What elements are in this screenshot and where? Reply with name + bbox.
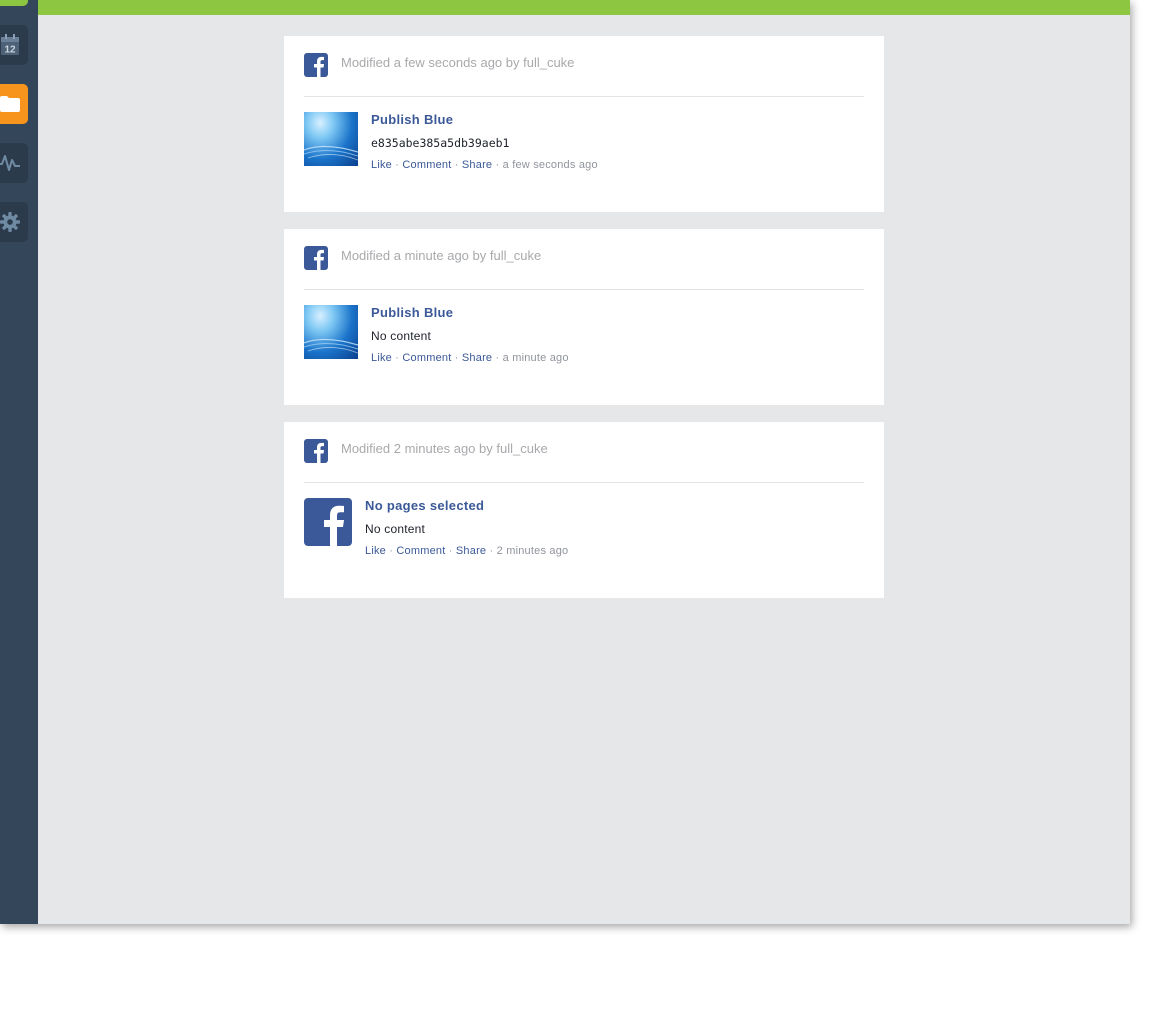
share-link[interactable]: Share [462, 159, 492, 171]
wallpaper-image [304, 145, 358, 161]
post-content: No content [365, 522, 426, 536]
folder-icon [0, 96, 20, 112]
modified-text: Modified a minute ago by full_cuke [341, 248, 542, 263]
comment-link[interactable]: Comment [396, 545, 445, 557]
post-avatar[interactable] [304, 112, 358, 166]
calendar-day-label: 12 [4, 45, 16, 56]
calendar-icon: 12 [1, 34, 19, 56]
card-header: Modified a minute ago by full_cuke [304, 245, 864, 290]
post: Publish Blue e835abe385a5db39aeb1 Like ·… [304, 112, 864, 192]
post-actions: Like · Comment · Share · 2 minutes ago [365, 545, 568, 557]
activity-card: Modified 2 minutes ago by full_cuke No p… [284, 422, 884, 598]
post-actions: Like · Comment · Share · a few seconds a… [371, 159, 598, 171]
post-title[interactable]: No pages selected [365, 497, 568, 515]
modified-text: Modified a few seconds ago by full_cuke [341, 55, 575, 70]
card-header: Modified 2 minutes ago by full_cuke [304, 438, 864, 483]
share-link[interactable]: Share [456, 545, 486, 557]
separator: · [495, 352, 500, 364]
post: No pages selected No content Like · Comm… [304, 498, 864, 578]
post-timestamp: a minute ago [502, 352, 569, 364]
activity-card: Modified a minute ago by full_cuke Publi… [284, 229, 884, 405]
post: Publish Blue No content Like · Comment ·… [304, 305, 864, 385]
post-title[interactable]: Publish Blue [371, 304, 569, 322]
sidebar-item-calendar[interactable]: 12 [0, 25, 28, 65]
sidebar-item-top[interactable] [0, 0, 28, 6]
share-link[interactable]: Share [462, 352, 492, 364]
post-timestamp: 2 minutes ago [496, 545, 569, 557]
sidebar-item-activity[interactable] [0, 143, 28, 183]
facebook-icon [304, 439, 328, 463]
separator: · [395, 159, 400, 171]
activity-card: Modified a few seconds ago by full_cuke … [284, 36, 884, 212]
wallpaper-image [304, 338, 358, 354]
pulse-icon [0, 155, 20, 171]
comment-link[interactable]: Comment [402, 352, 451, 364]
separator: · [395, 352, 400, 364]
post-title[interactable]: Publish Blue [371, 111, 598, 129]
comment-link[interactable]: Comment [402, 159, 451, 171]
separator: · [389, 545, 394, 557]
like-link[interactable]: Like [371, 159, 392, 171]
like-link[interactable]: Like [371, 352, 392, 364]
post-timestamp: a few seconds ago [502, 159, 598, 171]
separator: · [454, 352, 459, 364]
post-content: No content [371, 329, 432, 343]
card-header: Modified a few seconds ago by full_cuke [304, 52, 864, 97]
separator: · [495, 159, 500, 171]
sidebar-item-folder[interactable] [0, 84, 28, 124]
gear-icon [0, 212, 20, 232]
sidebar: 12 [0, 0, 38, 924]
facebook-icon [304, 53, 328, 77]
post-content: e835abe385a5db39aeb1 [371, 136, 510, 150]
separator: · [454, 159, 459, 171]
post-actions: Like · Comment · Share · a minute ago [371, 352, 569, 364]
post-avatar[interactable] [304, 305, 358, 359]
separator: · [448, 545, 453, 557]
like-link[interactable]: Like [365, 545, 386, 557]
separator: · [489, 545, 494, 557]
facebook-icon [304, 246, 328, 270]
facebook-logo-icon[interactable] [304, 498, 352, 546]
modified-text: Modified 2 minutes ago by full_cuke [341, 441, 548, 456]
app-window: 12 Modified a few seconds ago by full_cu… [0, 0, 1130, 924]
top-bar [38, 0, 1130, 15]
sidebar-item-settings[interactable] [0, 202, 28, 242]
